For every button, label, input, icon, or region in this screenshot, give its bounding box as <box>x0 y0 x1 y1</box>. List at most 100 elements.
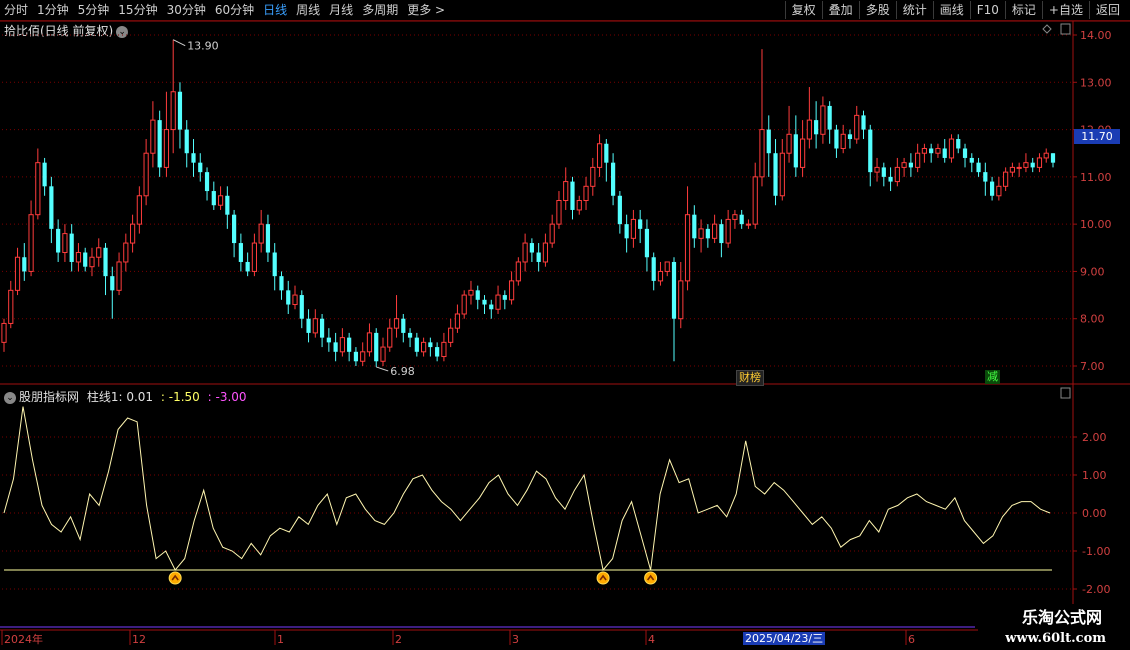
low-label: 6.98 <box>390 365 415 378</box>
candle-body-up <box>921 147 928 154</box>
candle-body-down <box>69 233 74 262</box>
candle-body-up <box>421 341 427 353</box>
candle-body-up <box>935 147 941 154</box>
price-tick-label: 14.00 <box>1080 29 1112 42</box>
candle-body-down <box>475 290 480 300</box>
indicator-tick-label: -1.00 <box>1082 545 1110 558</box>
candle-body-up <box>779 152 785 197</box>
candle-body-up <box>630 218 636 239</box>
indicator-tick-label: 1.00 <box>1082 469 1107 482</box>
time-label: 3 <box>512 633 519 646</box>
buy-signal-icon <box>168 571 182 585</box>
candle-body-down <box>306 318 311 333</box>
candle-body-up <box>366 332 373 353</box>
candle-body-down <box>834 129 839 149</box>
candle-body-down <box>604 143 609 163</box>
candle-body-up <box>123 242 129 263</box>
candle-body-up <box>820 105 826 135</box>
time-label: 12 <box>132 633 146 646</box>
candle-body-up <box>583 185 589 201</box>
candle-body-up <box>14 256 21 291</box>
candle-body-down <box>157 120 162 168</box>
candle-body-up <box>461 294 467 315</box>
candle-body-down <box>1050 153 1056 163</box>
candle-body-up <box>725 218 731 244</box>
candle-body-down <box>347 337 352 352</box>
candle-body-down <box>929 148 934 154</box>
indicator-value-3: : -3.00 <box>207 390 247 404</box>
indicator-title[interactable]: ⌄ 股朋指标网 柱线1: 0.01 : -1.50 : -3.00 <box>4 388 247 405</box>
candle-body-down <box>881 167 886 177</box>
candle-body-up <box>258 223 264 244</box>
candle-body-up <box>542 242 549 263</box>
candle-body-down <box>319 318 325 338</box>
indicator-name: 股朋指标网 <box>19 390 80 404</box>
time-label: 2 <box>395 633 402 646</box>
candle-body-up <box>1023 162 1029 168</box>
candle-body-up <box>62 233 68 254</box>
candle-body-down <box>793 134 798 168</box>
price-tick-label: 9.00 <box>1080 265 1105 278</box>
candle-body-up <box>1003 171 1009 187</box>
candle-body-down <box>238 243 243 262</box>
candle-body-down <box>983 172 988 182</box>
candle-body-down <box>536 252 541 262</box>
candle-body-up <box>948 138 955 159</box>
candle-body-up <box>136 195 142 225</box>
candle-body-down <box>83 252 88 267</box>
chevron-down-icon[interactable]: ⌄ <box>4 391 16 404</box>
indicator-tick-label: 2.00 <box>1082 431 1107 444</box>
panel-toggle-icon <box>1060 387 1071 399</box>
series-label: 柱线1: 0.01 <box>86 390 154 404</box>
candle-body-down <box>353 351 359 362</box>
candle-body-up <box>8 289 14 324</box>
watermark-url: www.60lt.com <box>1005 631 1106 646</box>
candle-body-up <box>28 214 34 272</box>
candle-body-down <box>624 224 629 239</box>
candle-body-up <box>556 200 562 225</box>
candle-body-up <box>217 195 224 206</box>
candle-body-up <box>251 242 258 272</box>
time-label: 4 <box>648 633 655 646</box>
cursor-date: 2025/04/23/三 <box>743 632 826 645</box>
candle-body-down <box>286 290 291 305</box>
marker-finance-rank[interactable]: 财榜 <box>736 370 764 386</box>
candle-body-down <box>407 332 413 338</box>
candle-body-down <box>272 252 277 277</box>
stock-chart[interactable]: 13.90 6.98 14.00 13.00 1 2.00 11.00 10.00 9.00 8… <box>0 0 1130 650</box>
candle-body-down <box>644 228 650 258</box>
candle-body-up <box>712 223 718 239</box>
candle-body-up <box>732 214 738 220</box>
candle-body-down <box>245 261 250 272</box>
candle-body-up <box>515 261 521 282</box>
candle-body-up <box>339 337 345 353</box>
candle-body-up <box>508 280 515 301</box>
candle-body-down <box>529 243 534 253</box>
candle-body-up <box>549 223 555 244</box>
candle-body-up <box>745 223 752 226</box>
candle-body-down <box>719 224 724 244</box>
candle-body-up <box>657 270 664 282</box>
candle-body-down <box>766 129 771 154</box>
candle-body-up <box>170 91 176 131</box>
current-price-tag: 11.70 <box>1074 129 1120 144</box>
candle-body-down <box>56 228 61 253</box>
candle-body-down <box>489 304 494 310</box>
buy-signal-icon <box>644 571 658 585</box>
candle-body-up <box>380 346 386 362</box>
indicator-line <box>3 406 1051 572</box>
candle-body-down <box>773 153 778 196</box>
marker-reduce[interactable]: 减 <box>985 370 1000 384</box>
high-pointer <box>172 39 186 47</box>
candle-body-down <box>942 148 947 158</box>
candle-body-down <box>847 134 853 140</box>
candle-body-down <box>211 191 216 206</box>
candle-body-up <box>806 119 812 140</box>
candle-body-down <box>435 347 440 357</box>
candle-body-down <box>692 214 697 239</box>
candle-body-down <box>184 129 189 154</box>
candle-body-up <box>1 322 7 343</box>
candle-body-down <box>610 162 616 196</box>
candle-body-down <box>401 318 406 333</box>
watermark-title: 乐淘公式网 <box>1021 608 1102 627</box>
